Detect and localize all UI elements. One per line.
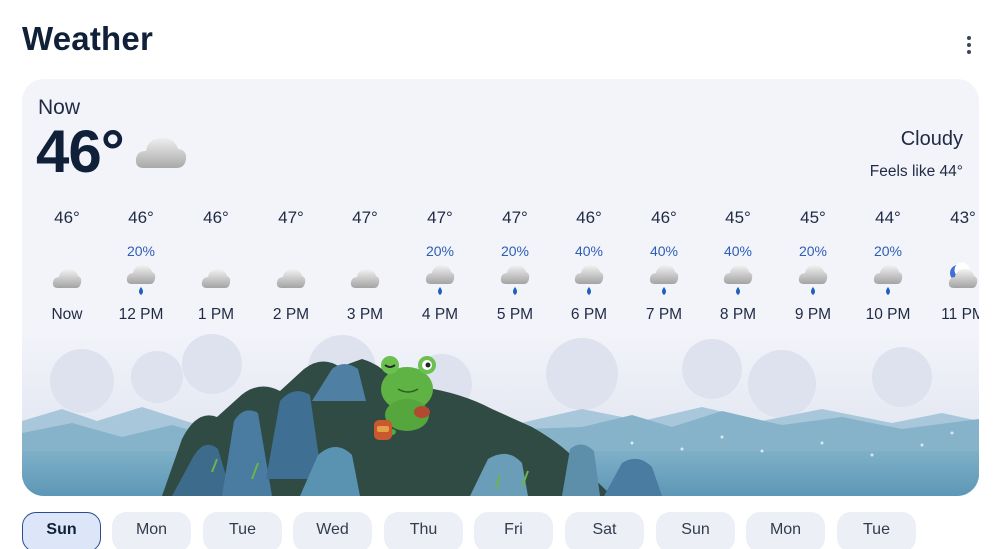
hourly-item: 47° 3 PM — [328, 207, 402, 329]
cloudy-icon — [201, 269, 231, 288]
hourly-time: 8 PM — [719, 306, 757, 323]
rain-icon — [425, 265, 455, 295]
hourly-time: 10 PM — [865, 306, 911, 323]
hourly-temperature: 46° — [576, 208, 602, 227]
hourly-temperature: 47° — [352, 208, 378, 227]
day-tab[interactable]: Fri — [474, 512, 553, 549]
rain-icon — [798, 265, 828, 295]
hourly-time: 9 PM — [794, 306, 832, 323]
hourly-forecast[interactable]: 46° Now 46° 20% 12 PM 46° 1 PM 47° 2 PM 47° 3 PM 47… — [22, 207, 979, 329]
hourly-time: 7 PM — [645, 306, 683, 323]
hourly-time: Now — [51, 306, 83, 323]
hourly-item: 45° 40% 8 PM — [701, 207, 775, 329]
rain-icon — [873, 265, 903, 295]
hourly-temperature: 47° — [278, 208, 304, 227]
hourly-temperature: 44° — [875, 208, 901, 227]
hourly-temperature: 46° — [651, 208, 677, 227]
rain-icon — [649, 265, 679, 295]
day-tab[interactable]: Tue — [203, 512, 282, 549]
rain-icon — [126, 265, 156, 295]
hourly-time: 2 PM — [272, 306, 310, 323]
cloudy-icon — [276, 269, 306, 288]
rain-icon — [500, 265, 530, 295]
hourly-time: 12 PM — [118, 306, 164, 323]
hourly-temperature: 47° — [502, 208, 528, 227]
day-tab[interactable]: Mon — [746, 512, 825, 549]
hourly-temperature: 46° — [203, 208, 229, 227]
cloudy-icon — [350, 269, 380, 288]
cloudy-icon — [52, 269, 82, 288]
hourly-precipitation: 40% — [574, 243, 604, 259]
feels-like-text: Feels like 44° — [869, 163, 963, 180]
daily-tabs: Sun Mon Tue Wed Thu Fri Sat Sun Mon Tue — [22, 512, 1000, 549]
hourly-precipitation: 20% — [873, 243, 903, 259]
hourly-item: 47° 2 PM — [254, 207, 328, 329]
hourly-time: 11 PM — [941, 306, 979, 323]
hourly-time: 5 PM — [496, 306, 534, 323]
condition-text: Cloudy — [900, 128, 963, 150]
rain-icon — [574, 265, 604, 295]
cloudy-icon — [135, 138, 187, 168]
rain-icon — [723, 265, 753, 295]
hourly-precipitation: 40% — [649, 243, 679, 259]
hourly-item: 46° 40% 6 PM — [552, 207, 626, 329]
hourly-item: 46° 20% 12 PM — [104, 207, 178, 329]
hourly-temperature: 45° — [800, 208, 826, 227]
hourly-item: 45° 20% 9 PM — [776, 207, 850, 329]
hourly-item: 46° 40% 7 PM — [627, 207, 701, 329]
backpack-icon — [374, 420, 392, 440]
hourly-temperature: 47° — [427, 208, 453, 227]
hourly-temperature: 43° — [950, 208, 976, 227]
hourly-precipitation: 20% — [126, 243, 156, 259]
day-tab[interactable]: Sun — [656, 512, 735, 549]
hourly-item: 47° 20% 5 PM — [478, 207, 552, 329]
frog-landscape-illustration — [22, 329, 979, 496]
day-tab[interactable]: Wed — [293, 512, 372, 549]
hourly-precipitation: 20% — [798, 243, 828, 259]
hourly-time: 1 PM — [197, 306, 235, 323]
hourly-time: 6 PM — [570, 306, 608, 323]
current-temperature: 46° — [36, 118, 125, 185]
hourly-item: 47° 20% 4 PM — [403, 207, 477, 329]
hourly-temperature: 46° — [128, 208, 154, 227]
hourly-item: 46° Now — [30, 207, 104, 329]
hourly-time: 4 PM — [421, 306, 459, 323]
hourly-temperature: 45° — [725, 208, 751, 227]
page-title: Weather — [22, 20, 153, 57]
hourly-precipitation: 20% — [500, 243, 530, 259]
day-tab[interactable]: Mon — [112, 512, 191, 549]
hourly-temperature: 46° — [54, 208, 80, 227]
day-tab[interactable]: Sat — [565, 512, 644, 549]
current-weather-card: Now 46° Cloudy Feels like 44° 46° Now 46° 2… — [22, 79, 979, 496]
night-cloudy-icon — [948, 262, 978, 288]
day-tab[interactable]: Sun — [22, 512, 101, 549]
day-tab[interactable]: Tue — [837, 512, 916, 549]
hourly-item: 44° 20% 10 PM — [851, 207, 925, 329]
hourly-precipitation: 40% — [723, 243, 753, 259]
hourly-item: 43° 11 PM — [926, 207, 979, 329]
more-vert-icon[interactable] — [956, 32, 982, 58]
hourly-precipitation: 20% — [425, 243, 455, 259]
day-tab[interactable]: Thu — [384, 512, 463, 549]
hourly-time: 3 PM — [346, 306, 384, 323]
hourly-item: 46° 1 PM — [179, 207, 253, 329]
